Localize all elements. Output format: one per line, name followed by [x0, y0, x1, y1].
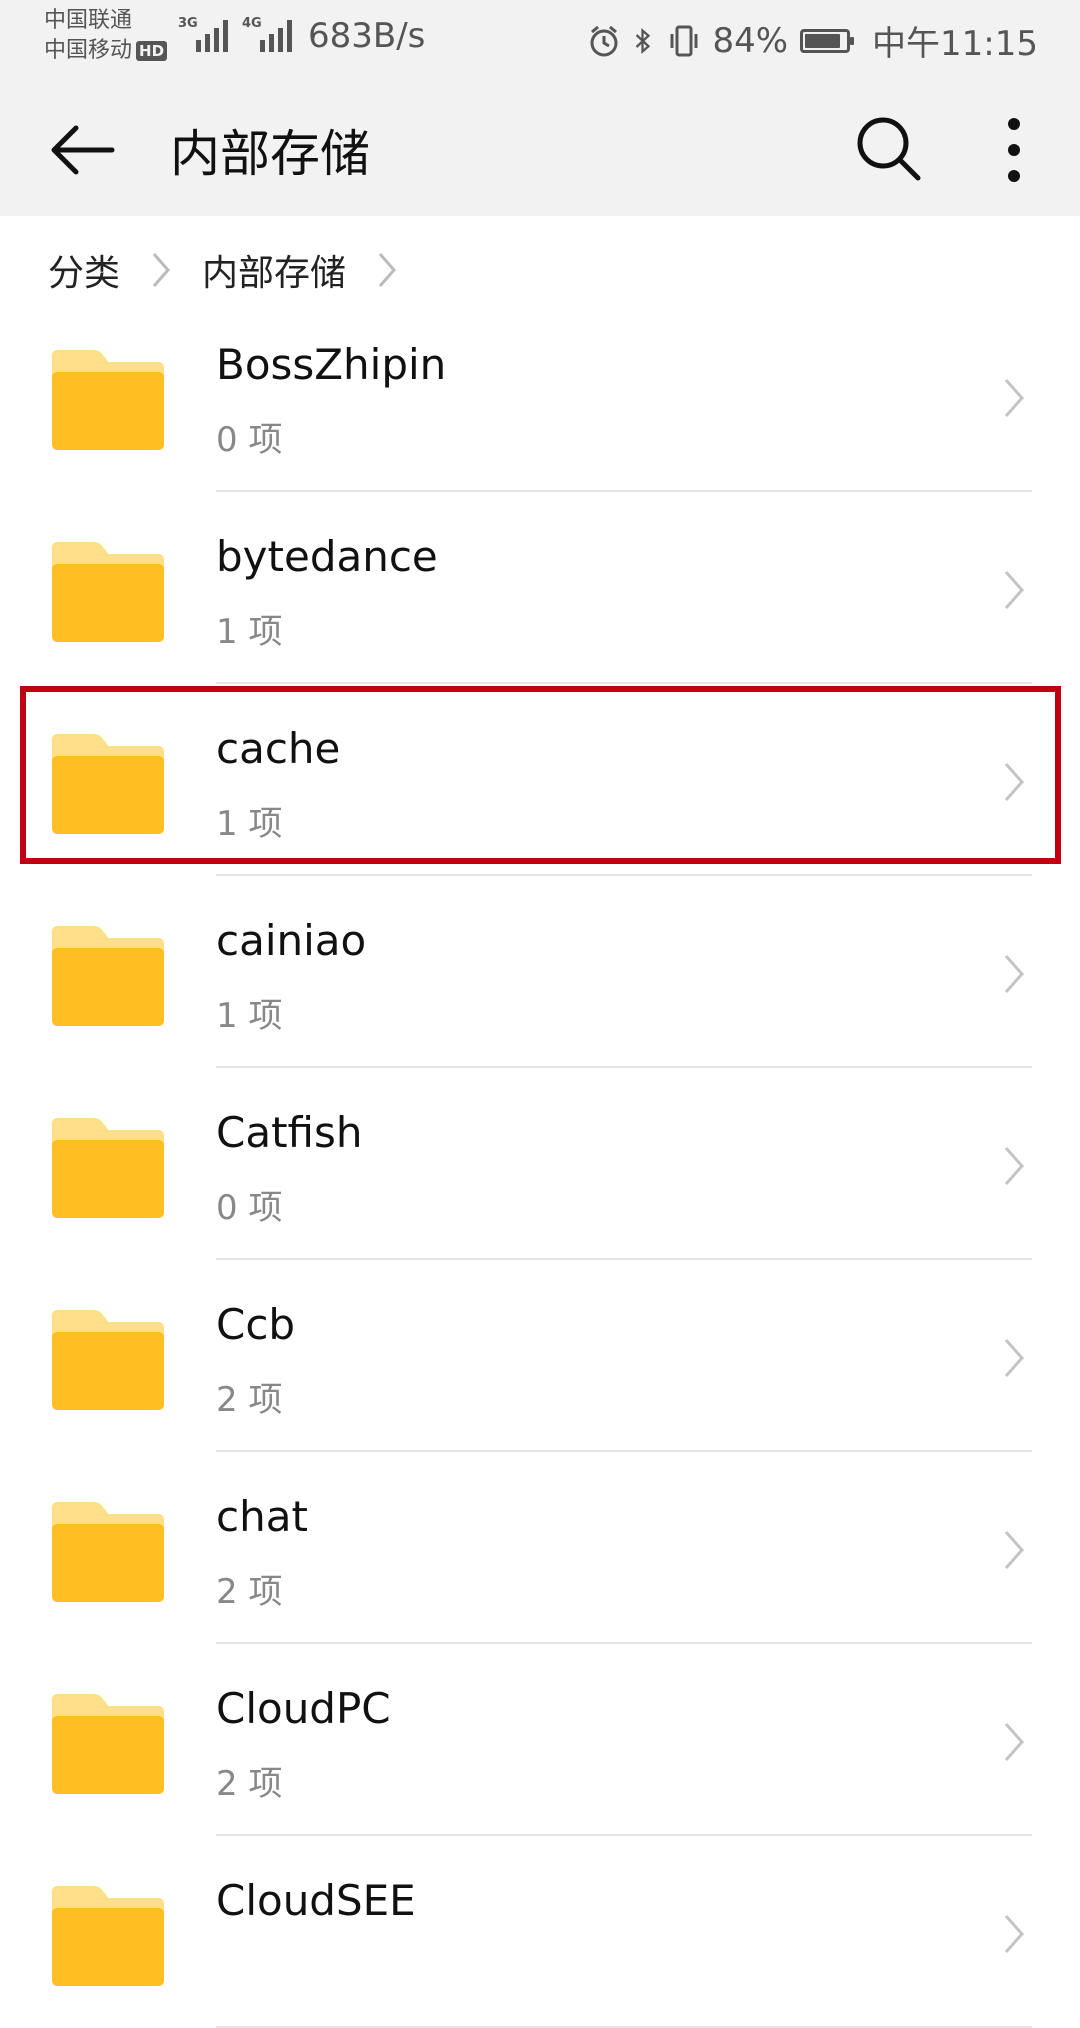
folder-item-count: 2 项 [216, 1572, 283, 1612]
signal-bars-icon [260, 20, 292, 52]
folder-item-count: 2 项 [216, 1764, 283, 1804]
folder-icon [52, 734, 164, 834]
folder-icon [52, 1310, 164, 1410]
folder-icon [52, 1886, 164, 1986]
carrier-info: 中国联通 中国移动 HD [44, 6, 168, 66]
back-button[interactable] [40, 110, 120, 190]
vibrate-icon [670, 25, 698, 56]
battery-icon [800, 28, 855, 53]
chevron-right-icon [1004, 1147, 1025, 1185]
folder-icon [52, 1118, 164, 1218]
folder-icon [52, 350, 164, 450]
search-icon [857, 117, 921, 181]
list-item[interactable]: CloudPC 2 项 [0, 1644, 1080, 1836]
folder-icon [52, 926, 164, 1026]
list-item[interactable]: cainiao 1 项 [0, 876, 1080, 1068]
folder-name: BossZhipin [216, 340, 447, 389]
file-list: BossZhipin 0 项 bytedance 1 项 cache 1 项 cainiao… [0, 300, 1080, 2028]
chevron-right-icon [1004, 379, 1025, 417]
folder-name: cainiao [216, 916, 367, 965]
folder-name: Ccb [216, 1300, 296, 1349]
breadcrumb-item-internal-storage[interactable]: 内部存储 [202, 244, 346, 296]
list-item[interactable]: Ccb 2 项 [0, 1260, 1080, 1452]
list-item[interactable]: BossZhipin 0 项 [0, 300, 1080, 492]
list-item[interactable]: cache 1 项 [0, 684, 1080, 876]
folder-name: cache [216, 724, 341, 773]
status-icons: 84% 中午11:15 [588, 16, 1038, 65]
folder-name: bytedance [216, 532, 438, 581]
more-options-button[interactable] [990, 114, 1038, 186]
carrier-2: 中国移动 [44, 38, 133, 63]
folder-item-count: 2 项 [216, 1380, 283, 1420]
list-item[interactable]: Catfish 0 项 [0, 1068, 1080, 1260]
clock: 中午11:15 [872, 24, 1038, 64]
list-item[interactable]: CloudSEE [0, 1836, 1080, 2028]
alarm-icon [590, 25, 618, 56]
folder-icon [52, 1694, 164, 1794]
breadcrumb-item-category[interactable]: 分类 [48, 244, 120, 296]
chevron-right-icon [1004, 1723, 1025, 1761]
breadcrumb: 分类 内部存储 [48, 240, 428, 300]
folder-icon [52, 542, 164, 642]
folder-item-count: 1 项 [216, 612, 283, 652]
folder-item-count: 1 项 [216, 996, 283, 1036]
net-speed: 683B/s [308, 16, 426, 56]
folder-item-count: 0 项 [216, 1188, 283, 1228]
status-bar: 中国联通 中国移动 HD 3G 4G 683B/s 84% 中午11:15 [0, 0, 1080, 76]
folder-icon [52, 1502, 164, 1602]
chevron-right-icon [1004, 955, 1025, 993]
page-title: 内部存储 [170, 125, 370, 183]
folder-name: CloudPC [216, 1684, 391, 1733]
chevron-right-icon [1004, 1531, 1025, 1569]
chevron-right-icon [378, 253, 397, 287]
battery-percent: 84% [712, 20, 789, 61]
bluetooth-icon [636, 27, 651, 54]
list-item[interactable]: chat 2 项 [0, 1452, 1080, 1644]
arrow-left-icon [51, 125, 115, 175]
folder-item-count: 1 项 [216, 804, 283, 844]
list-item[interactable]: bytedance 1 项 [0, 492, 1080, 684]
more-vertical-icon [1008, 118, 1020, 182]
chevron-right-icon [1004, 571, 1025, 609]
signal-bars-icon [196, 20, 228, 52]
carrier-1: 中国联通 [44, 8, 133, 33]
folder-item-count: 0 项 [216, 420, 283, 460]
folder-name: chat [216, 1492, 308, 1541]
app-bar: 内部存储 [0, 76, 1080, 216]
chevron-right-icon [1004, 1339, 1025, 1377]
chevron-right-icon [1004, 763, 1025, 801]
folder-name: Catfish [216, 1108, 363, 1157]
folder-name: CloudSEE [216, 1876, 416, 1925]
hd-badge: HD [136, 41, 168, 61]
chevron-right-icon [152, 253, 171, 287]
search-button[interactable] [852, 112, 924, 184]
chevron-right-icon [1004, 1915, 1025, 1953]
